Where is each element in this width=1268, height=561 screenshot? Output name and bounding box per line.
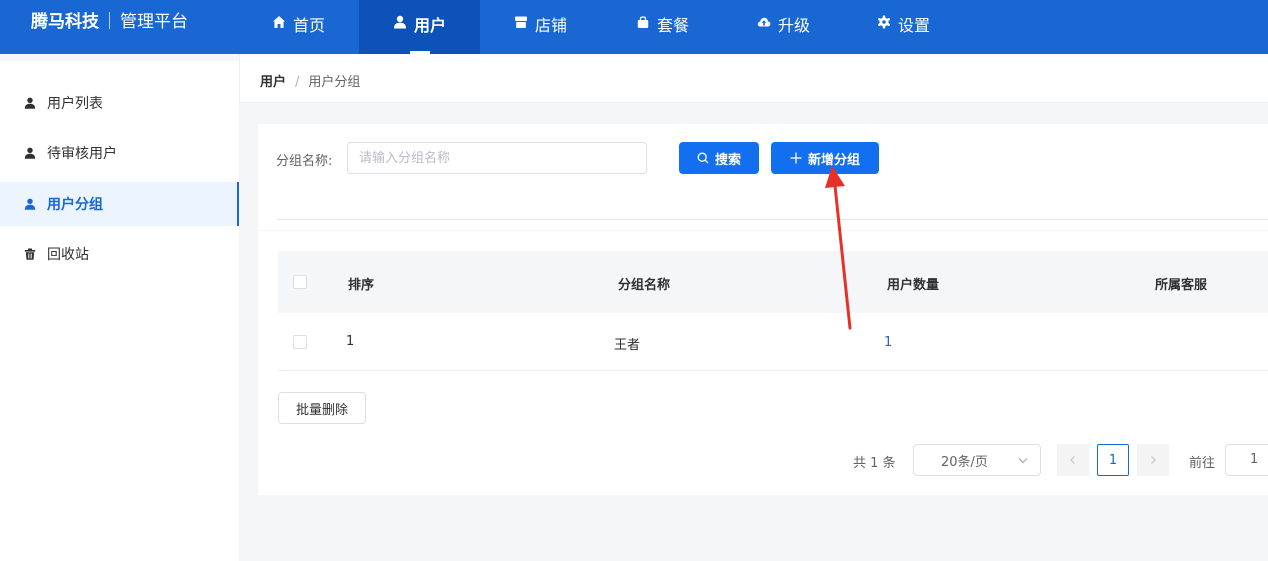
goto-label: 前往 — [1189, 456, 1216, 471]
prev-page-button[interactable] — [1057, 444, 1089, 476]
sidebar-item-label: 待审核用户 — [47, 146, 117, 162]
next-page-button[interactable] — [1137, 444, 1169, 476]
sidebar-item-label: 用户列表 — [47, 96, 103, 112]
select-all-checkbox[interactable] — [293, 275, 307, 289]
brand-divider — [109, 12, 110, 29]
sidebar-item-label: 用户分组 — [47, 197, 103, 213]
sidebar-item-recycle-bin[interactable]: 回收站 — [0, 232, 239, 276]
user-icon — [24, 147, 36, 159]
section-divider — [277, 219, 1268, 220]
user-icon — [24, 97, 36, 109]
top-navbar: 腾马科技 管理平台 首页 用户 店铺 套餐 升级 设置 — [0, 0, 1268, 54]
brand-name: 腾马科技 — [31, 12, 99, 32]
column-header-user-count: 用户数量 — [887, 278, 940, 293]
search-button-label: 搜索 — [714, 152, 741, 168]
table-header: 排序 分组名称 用户数量 所属客服 — [278, 251, 1268, 313]
goto-page-input[interactable]: 1 — [1225, 444, 1268, 476]
nav-label-upgrade: 升级 — [778, 16, 811, 35]
nav-label-users: 用户 — [413, 16, 446, 35]
nav-item-upgrade[interactable]: 升级 — [757, 0, 810, 54]
trash-icon — [24, 248, 36, 260]
nav-label-settings: 设置 — [898, 16, 931, 35]
breadcrumb-current: 用户分组 — [308, 75, 361, 90]
cell-group-name: 王者 — [614, 338, 641, 353]
search-icon — [697, 152, 709, 164]
sidebar-item-user-list[interactable]: 用户列表 — [0, 81, 239, 125]
nav-item-home[interactable]: 首页 — [272, 0, 325, 54]
table-row: 1 王者 1 — [278, 313, 1268, 371]
brand-subtitle: 管理平台 — [120, 12, 188, 32]
breadcrumb-bar: 用户 / 用户分组 — [239, 54, 1268, 103]
page-number-current[interactable]: 1 — [1097, 444, 1129, 476]
add-group-button-label: 新增分组 — [807, 152, 860, 168]
pagination-total: 共 1 条 — [853, 456, 896, 471]
group-name-label: 分组名称: — [276, 154, 333, 169]
chevron-down-icon — [1018, 458, 1028, 464]
breadcrumb: 用户 / 用户分组 — [260, 71, 360, 90]
breadcrumb-separator: / — [295, 75, 300, 90]
sidebar-item-label: 回收站 — [47, 247, 89, 263]
search-panel — [258, 124, 1268, 230]
gear-icon — [877, 15, 891, 29]
search-button[interactable]: 搜索 — [679, 142, 759, 174]
column-header-group-name: 分组名称 — [618, 278, 671, 293]
nav-item-package[interactable]: 套餐 — [636, 0, 689, 54]
brand: 腾马科技 管理平台 — [31, 0, 188, 44]
batch-delete-button[interactable]: 批量删除 — [278, 392, 366, 424]
page-size-value: 20条/页 — [941, 454, 988, 470]
cloud-upload-icon — [757, 17, 771, 27]
store-icon — [515, 16, 527, 28]
cell-order: 1 — [346, 334, 355, 349]
add-group-button[interactable]: 新增分组 — [771, 142, 879, 174]
nav-label-store: 店铺 — [535, 16, 568, 35]
nav-label-package: 套餐 — [657, 16, 690, 35]
user-icon — [24, 198, 36, 210]
cell-user-count[interactable]: 1 — [884, 335, 892, 350]
chevron-left-icon — [1070, 456, 1075, 464]
breadcrumb-root[interactable]: 用户 — [260, 75, 286, 90]
sidebar: 用户列表 待审核用户 用户分组 回收站 — [0, 61, 239, 561]
chevron-right-icon — [1151, 456, 1156, 464]
nav-item-users[interactable]: 用户 — [359, 0, 480, 54]
column-header-service: 所属客服 — [1155, 278, 1208, 293]
page-size-select[interactable]: 20条/页 — [913, 444, 1041, 476]
nav-item-store[interactable]: 店铺 — [514, 0, 567, 54]
column-header-order[interactable]: 排序 — [348, 274, 374, 293]
row-checkbox[interactable] — [293, 335, 307, 349]
plus-icon — [790, 152, 802, 164]
home-icon — [273, 16, 285, 28]
user-icon — [393, 15, 406, 29]
nav-label-home: 首页 — [293, 16, 326, 35]
group-name-input[interactable] — [347, 142, 647, 174]
shopping-bag-icon — [637, 16, 649, 28]
nav-item-settings[interactable]: 设置 — [877, 0, 930, 54]
sidebar-item-user-groups[interactable]: 用户分组 — [0, 182, 239, 226]
sidebar-item-pending-users[interactable]: 待审核用户 — [0, 131, 239, 175]
